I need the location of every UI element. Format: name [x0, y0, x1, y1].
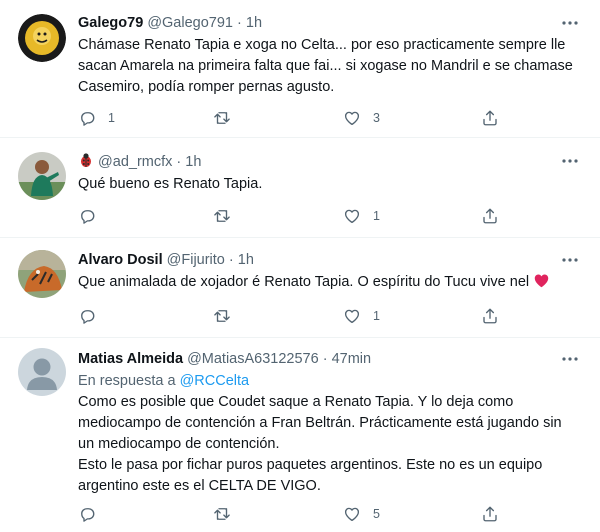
tweet-actions: 1 [70, 306, 510, 326]
timestamp[interactable]: 1h [185, 154, 201, 170]
tweet[interactable]: @ad_rmcfx · 1h Qué bueno es Renato Tapia… [0, 138, 600, 238]
reply-icon [81, 210, 95, 224]
more-icon [562, 21, 578, 25]
replying-to: En respuesta a @RCCelta [78, 371, 249, 391]
share-button[interactable] [481, 504, 499, 524]
like-button[interactable]: 1 [343, 306, 380, 326]
display-name[interactable]: Matias Almeida [78, 351, 183, 367]
reply-icon [81, 112, 95, 126]
tweet[interactable]: Alvaro Dosil @Fijurito · 1h Que animalad… [0, 238, 600, 338]
share-icon [483, 208, 497, 224]
tweet-header: @ad_rmcfx · 1h [78, 152, 560, 171]
tweet-text-line: argentino este es el CELTA DE VIGO. [78, 478, 321, 494]
retweet-icon [214, 310, 230, 322]
tweet-header: Matias Almeida @MatiasA63122576 · 47min [78, 350, 560, 368]
share-icon [483, 308, 497, 324]
red-heart-emoji-icon [533, 272, 550, 289]
reply-button[interactable] [78, 306, 108, 326]
handle[interactable]: @Galego791 [147, 15, 233, 31]
tweet-actions: 1 3 [70, 108, 510, 128]
tweet-text-line: Esto le pasa por fichar puros paquetes a… [78, 457, 543, 473]
tweet-text-line: mediocampo de contención a Fran Beltrán.… [78, 415, 562, 431]
retweet-button[interactable] [213, 504, 243, 524]
retweet-button[interactable] [213, 108, 243, 128]
share-button[interactable] [481, 108, 499, 128]
timestamp[interactable]: 1h [238, 252, 254, 268]
like-count: 5 [373, 507, 380, 521]
handle[interactable]: @ad_rmcfx [98, 154, 172, 170]
tweet-actions: 5 [70, 504, 510, 524]
reply-button[interactable] [78, 206, 108, 226]
retweet-button[interactable] [213, 206, 243, 226]
tweet-text-line: Como es posible que Coudet saque a Renat… [78, 394, 514, 410]
tweet-header: Alvaro Dosil @Fijurito · 1h [78, 251, 560, 269]
replying-mention-link[interactable]: @RCCelta [180, 373, 250, 389]
share-button[interactable] [481, 306, 499, 326]
more-options-button[interactable] [560, 253, 580, 267]
separator: · [224, 252, 238, 268]
tweet[interactable]: Matias Almeida @MatiasA63122576 · 47min … [0, 338, 600, 532]
separator: · [172, 154, 186, 170]
handle[interactable]: @MatiasA63122576 [187, 351, 319, 367]
like-icon [344, 507, 360, 522]
like-button[interactable]: 3 [343, 108, 380, 128]
avatar[interactable] [18, 14, 66, 62]
like-button[interactable]: 5 [343, 504, 380, 524]
more-icon [562, 159, 578, 163]
like-count: 1 [373, 309, 380, 323]
tweet-header: Galego79 @Galego791 · 1h [78, 14, 560, 32]
reply-icon [81, 310, 95, 324]
share-icon [483, 110, 497, 126]
avatar[interactable] [18, 348, 66, 396]
tweet-text: Como es posible que Coudet saque a Renat… [78, 392, 582, 497]
retweet-icon [214, 210, 230, 222]
more-icon [562, 357, 578, 361]
more-options-button[interactable] [560, 16, 580, 30]
retweet-icon [214, 508, 230, 520]
like-icon [344, 111, 360, 126]
timestamp[interactable]: 1h [246, 15, 262, 31]
handle[interactable]: @Fijurito [167, 252, 225, 268]
retweet-icon [214, 112, 230, 124]
timestamp[interactable]: 47min [332, 351, 372, 367]
avatar[interactable] [18, 152, 66, 200]
tweet-text-line: un mediocampo de contención. [78, 436, 280, 452]
tweet-actions: 1 [70, 206, 510, 226]
like-count: 1 [373, 209, 380, 223]
reply-icon [81, 508, 95, 522]
more-options-button[interactable] [560, 154, 580, 168]
tweet-text: Qué bueno es Renato Tapia. [78, 176, 263, 192]
more-icon [562, 258, 578, 262]
reply-button[interactable]: 1 [78, 108, 115, 128]
like-icon [344, 209, 360, 224]
tweet-text: Chámase Renato Tapia e xoga no Celta... … [78, 37, 573, 95]
display-name[interactable]: Alvaro Dosil [78, 252, 163, 268]
tweet-text: Que animalada de xojador é Renato Tapia.… [78, 274, 530, 290]
more-options-button[interactable] [560, 352, 580, 366]
separator: · [232, 15, 246, 31]
reply-count: 1 [108, 111, 115, 125]
share-icon [483, 506, 497, 522]
replying-label: En respuesta a [78, 373, 176, 389]
tweet-text-container: Que animalada de xojador é Renato Tapia.… [78, 272, 582, 293]
share-button[interactable] [481, 206, 499, 226]
separator: · [318, 351, 332, 367]
display-name[interactable]: Galego79 [78, 15, 143, 31]
like-count: 3 [373, 111, 380, 125]
retweet-button[interactable] [213, 306, 243, 326]
avatar[interactable] [18, 250, 66, 298]
bug-emoji-icon [78, 152, 94, 168]
tweet[interactable]: Galego79 @Galego791 · 1h Chámase Renato … [0, 0, 600, 138]
like-icon [344, 309, 360, 324]
reply-button[interactable] [78, 504, 108, 524]
like-button[interactable]: 1 [343, 206, 380, 226]
